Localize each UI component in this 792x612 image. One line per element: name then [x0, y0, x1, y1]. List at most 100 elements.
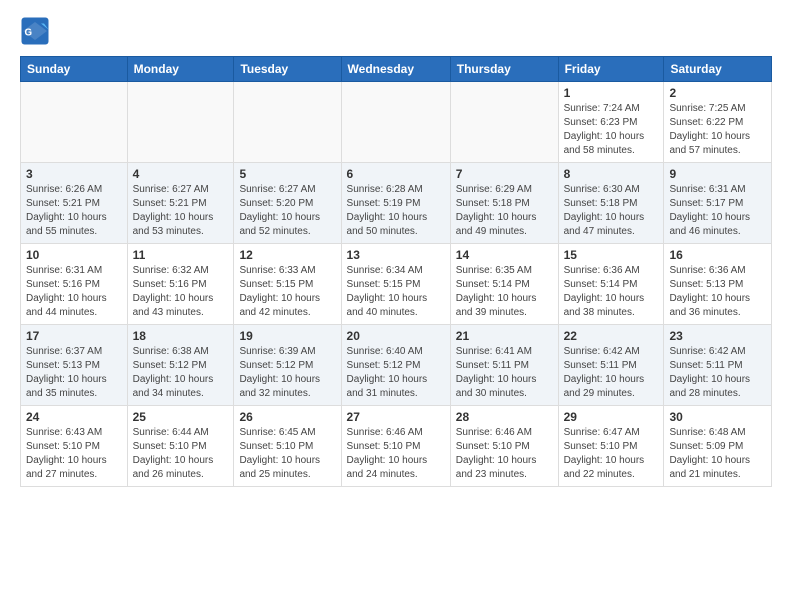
day-info: Sunrise: 6:36 AM Sunset: 5:14 PM Dayligh…: [564, 264, 659, 320]
header: G: [20, 16, 772, 46]
day-cell: 5 Sunrise: 6:27 AM Sunset: 5:20 PM Daylig…: [234, 163, 341, 244]
day-number: 19: [239, 329, 335, 343]
logo: G: [20, 16, 54, 46]
day-number: 29: [564, 410, 659, 424]
day-cell: 2 Sunrise: 7:25 AM Sunset: 6:22 PM Daylig…: [664, 82, 772, 163]
day-cell: 15 Sunrise: 6:36 AM Sunset: 5:14 PM Dayli…: [558, 244, 664, 325]
day-cell: 18 Sunrise: 6:38 AM Sunset: 5:12 PM Dayli…: [127, 325, 234, 406]
day-cell: 14 Sunrise: 6:35 AM Sunset: 5:14 PM Dayli…: [450, 244, 558, 325]
day-info: Sunrise: 6:39 AM Sunset: 5:12 PM Dayligh…: [239, 345, 335, 401]
day-info: Sunrise: 6:46 AM Sunset: 5:10 PM Dayligh…: [456, 426, 553, 482]
day-cell: 11Sunrise: 6:32 AM Sunset: 5:16 PM Dayli…: [127, 244, 234, 325]
day-info: Sunrise: 6:28 AM Sunset: 5:19 PM Dayligh…: [347, 183, 445, 239]
day-info: Sunrise: 6:26 AM Sunset: 5:21 PM Dayligh…: [26, 183, 122, 239]
day-number: 9: [669, 167, 766, 181]
day-info: Sunrise: 6:45 AM Sunset: 5:10 PM Dayligh…: [239, 426, 335, 482]
day-cell: 13Sunrise: 6:34 AM Sunset: 5:15 PM Dayli…: [341, 244, 450, 325]
day-cell: [127, 82, 234, 163]
page: G SundayMondayTuesdayWednesdayThursdayFr…: [0, 0, 792, 503]
day-number: 6: [347, 167, 445, 181]
day-info: Sunrise: 6:42 AM Sunset: 5:11 PM Dayligh…: [564, 345, 659, 401]
week-row-3: 10 Sunrise: 6:31 AM Sunset: 5:16 PM Dayli…: [21, 244, 772, 325]
calendar-table: SundayMondayTuesdayWednesdayThursdayFrid…: [20, 56, 772, 487]
day-cell: [450, 82, 558, 163]
day-info: Sunrise: 6:46 AM Sunset: 5:10 PM Dayligh…: [347, 426, 445, 482]
day-number: 28: [456, 410, 553, 424]
day-info: Sunrise: 6:44 AM Sunset: 5:10 PM Dayligh…: [133, 426, 229, 482]
day-cell: 6 Sunrise: 6:28 AM Sunset: 5:19 PM Daylig…: [341, 163, 450, 244]
day-number: 26: [239, 410, 335, 424]
day-info: Sunrise: 6:33 AM Sunset: 5:15 PM Dayligh…: [239, 264, 335, 320]
day-cell: 21 Sunrise: 6:41 AM Sunset: 5:11 PM Dayli…: [450, 325, 558, 406]
day-cell: [341, 82, 450, 163]
week-row-1: 1Sunrise: 7:24 AM Sunset: 6:23 PM Daylig…: [21, 82, 772, 163]
day-cell: 16 Sunrise: 6:36 AM Sunset: 5:13 PM Dayli…: [664, 244, 772, 325]
day-info: Sunrise: 6:29 AM Sunset: 5:18 PM Dayligh…: [456, 183, 553, 239]
day-cell: 7 Sunrise: 6:29 AM Sunset: 5:18 PM Daylig…: [450, 163, 558, 244]
day-info: Sunrise: 6:38 AM Sunset: 5:12 PM Dayligh…: [133, 345, 229, 401]
day-cell: 22 Sunrise: 6:42 AM Sunset: 5:11 PM Dayli…: [558, 325, 664, 406]
day-number: 20: [347, 329, 445, 343]
day-cell: 10 Sunrise: 6:31 AM Sunset: 5:16 PM Dayli…: [21, 244, 128, 325]
day-number: 4: [133, 167, 229, 181]
day-cell: 12 Sunrise: 6:33 AM Sunset: 5:15 PM Dayli…: [234, 244, 341, 325]
day-cell: 24 Sunrise: 6:43 AM Sunset: 5:10 PM Dayli…: [21, 406, 128, 487]
day-info: Sunrise: 6:47 AM Sunset: 5:10 PM Dayligh…: [564, 426, 659, 482]
day-number: 22: [564, 329, 659, 343]
day-number: 16: [669, 248, 766, 262]
day-number: 12: [239, 248, 335, 262]
day-info: Sunrise: 6:41 AM Sunset: 5:11 PM Dayligh…: [456, 345, 553, 401]
day-cell: 3 Sunrise: 6:26 AM Sunset: 5:21 PM Daylig…: [21, 163, 128, 244]
day-info: Sunrise: 6:30 AM Sunset: 5:18 PM Dayligh…: [564, 183, 659, 239]
weekday-header-saturday: Saturday: [664, 57, 772, 82]
day-info: Sunrise: 6:37 AM Sunset: 5:13 PM Dayligh…: [26, 345, 122, 401]
weekday-header-tuesday: Tuesday: [234, 57, 341, 82]
day-number: 27: [347, 410, 445, 424]
day-info: Sunrise: 6:43 AM Sunset: 5:10 PM Dayligh…: [26, 426, 122, 482]
day-info: Sunrise: 6:40 AM Sunset: 5:12 PM Dayligh…: [347, 345, 445, 401]
day-number: 7: [456, 167, 553, 181]
day-number: 3: [26, 167, 122, 181]
day-info: Sunrise: 7:25 AM Sunset: 6:22 PM Dayligh…: [669, 102, 766, 158]
weekday-header-sunday: Sunday: [21, 57, 128, 82]
weekday-header-row: SundayMondayTuesdayWednesdayThursdayFrid…: [21, 57, 772, 82]
day-number: 25: [133, 410, 229, 424]
day-number: 5: [239, 167, 335, 181]
day-cell: 30 Sunrise: 6:48 AM Sunset: 5:09 PM Dayli…: [664, 406, 772, 487]
day-number: 18: [133, 329, 229, 343]
day-info: Sunrise: 6:27 AM Sunset: 5:21 PM Dayligh…: [133, 183, 229, 239]
day-info: Sunrise: 6:31 AM Sunset: 5:16 PM Dayligh…: [26, 264, 122, 320]
weekday-header-wednesday: Wednesday: [341, 57, 450, 82]
day-cell: 29 Sunrise: 6:47 AM Sunset: 5:10 PM Dayli…: [558, 406, 664, 487]
day-info: Sunrise: 6:42 AM Sunset: 5:11 PM Dayligh…: [669, 345, 766, 401]
day-cell: 26 Sunrise: 6:45 AM Sunset: 5:10 PM Dayli…: [234, 406, 341, 487]
day-info: Sunrise: 6:48 AM Sunset: 5:09 PM Dayligh…: [669, 426, 766, 482]
day-number: 2: [669, 86, 766, 100]
day-number: 14: [456, 248, 553, 262]
day-info: Sunrise: 6:36 AM Sunset: 5:13 PM Dayligh…: [669, 264, 766, 320]
logo-icon: G: [20, 16, 50, 46]
day-number: 8: [564, 167, 659, 181]
day-cell: 8 Sunrise: 6:30 AM Sunset: 5:18 PM Daylig…: [558, 163, 664, 244]
day-number: 10: [26, 248, 122, 262]
day-number: 15: [564, 248, 659, 262]
weekday-header-monday: Monday: [127, 57, 234, 82]
day-number: 24: [26, 410, 122, 424]
day-number: 21: [456, 329, 553, 343]
day-number: 1: [564, 86, 659, 100]
day-number: 30: [669, 410, 766, 424]
week-row-2: 3 Sunrise: 6:26 AM Sunset: 5:21 PM Daylig…: [21, 163, 772, 244]
day-cell: 23Sunrise: 6:42 AM Sunset: 5:11 PM Dayli…: [664, 325, 772, 406]
weekday-header-thursday: Thursday: [450, 57, 558, 82]
day-info: Sunrise: 6:31 AM Sunset: 5:17 PM Dayligh…: [669, 183, 766, 239]
day-info: Sunrise: 6:35 AM Sunset: 5:14 PM Dayligh…: [456, 264, 553, 320]
day-cell: 19 Sunrise: 6:39 AM Sunset: 5:12 PM Dayli…: [234, 325, 341, 406]
day-info: Sunrise: 6:27 AM Sunset: 5:20 PM Dayligh…: [239, 183, 335, 239]
day-cell: 1Sunrise: 7:24 AM Sunset: 6:23 PM Daylig…: [558, 82, 664, 163]
day-cell: [234, 82, 341, 163]
day-info: Sunrise: 6:34 AM Sunset: 5:15 PM Dayligh…: [347, 264, 445, 320]
day-number: 17: [26, 329, 122, 343]
week-row-4: 17 Sunrise: 6:37 AM Sunset: 5:13 PM Dayli…: [21, 325, 772, 406]
day-cell: [21, 82, 128, 163]
weekday-header-friday: Friday: [558, 57, 664, 82]
